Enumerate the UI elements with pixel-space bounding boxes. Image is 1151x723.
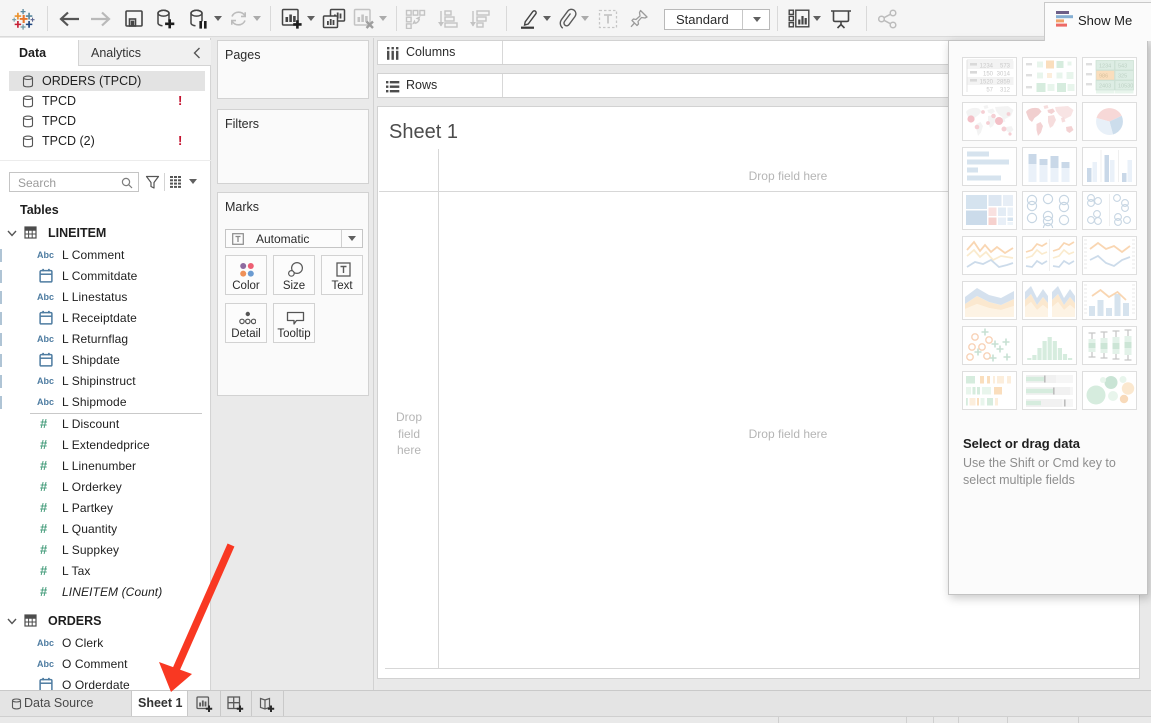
svg-text:3014: 3014 — [997, 72, 1011, 78]
svg-text:1234: 1234 — [980, 64, 994, 70]
svg-text:150: 150 — [983, 72, 994, 78]
svg-text:573: 573 — [1000, 64, 1011, 70]
svg-text:325: 325 — [1118, 73, 1127, 79]
svg-text:2859: 2859 — [997, 80, 1011, 86]
svg-text:1520: 1520 — [980, 80, 994, 86]
svg-text:986: 986 — [1099, 73, 1108, 79]
svg-text:1234: 1234 — [1099, 63, 1111, 69]
svg-text:543: 543 — [1118, 63, 1127, 69]
svg-text:10530: 10530 — [1118, 83, 1133, 89]
svg-text:57: 57 — [986, 88, 993, 94]
svg-text:312: 312 — [1000, 88, 1011, 94]
svg-text:2403: 2403 — [1099, 83, 1111, 89]
